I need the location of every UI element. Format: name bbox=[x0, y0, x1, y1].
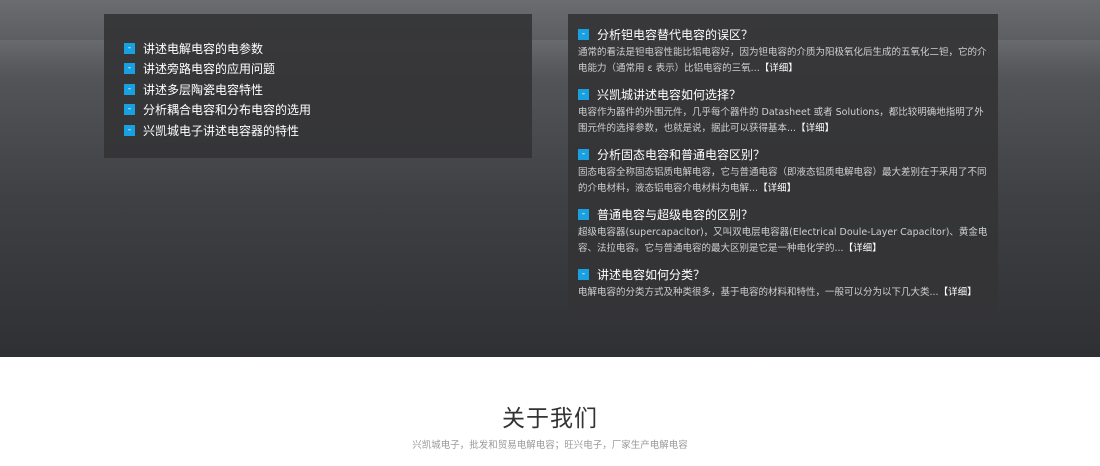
topic-link-label: 讲述电解电容的电参数 bbox=[143, 41, 264, 56]
bullet-icon: - bbox=[578, 88, 589, 100]
article-summary-text: 电解电容的分类方式及种类很多，基于电容的材料和特性，一般可以分为以下几大类... bbox=[578, 287, 939, 298]
details-link[interactable]: 【详细】 bbox=[844, 243, 882, 254]
article-summary: 通常的看法是钽电容性能比铝电容好，因为钽电容的介质为阳极氧化后生成的五氧化二钽，… bbox=[578, 45, 988, 77]
about-title: 关于我们 bbox=[502, 406, 598, 432]
article-summary-text: 电容作为器件的外围元件，几乎每个器件的 Datasheet 或者 Solutio… bbox=[578, 107, 984, 134]
hero-section: - 讲述电解电容的电参数 - 讲述旁路电容的应用问题 - 讲述多层陶瓷电容特性 … bbox=[0, 0, 1100, 357]
article-title-link[interactable]: - 分析钽电容替代电容的误区？ bbox=[578, 24, 988, 44]
article-summary: 电容作为器件的外围元件，几乎每个器件的 Datasheet 或者 Solutio… bbox=[578, 105, 988, 137]
topic-link[interactable]: - 讲述电解电容的电参数 bbox=[124, 38, 532, 59]
article-title-link[interactable]: - 普通电容与超级电容的区别？ bbox=[578, 204, 988, 224]
article-item: - 讲述电容如何分类？ 电解电容的分类方式及种类很多，基于电容的材料和特性，一般… bbox=[578, 264, 988, 317]
about-section: 关于我们 兴凯城电子，批发和贸易电解电容；旺兴电子，厂家生产电解电容 bbox=[0, 357, 1100, 466]
topic-link-label: 讲述旁路电容的应用问题 bbox=[143, 62, 276, 77]
bullet-icon: - bbox=[124, 42, 135, 54]
topic-link[interactable]: - 讲述旁路电容的应用问题 bbox=[124, 59, 532, 80]
article-item: - 普通电容与超级电容的区别？ 超级电容器(supercapacitor)，又叫… bbox=[578, 204, 988, 257]
topic-link[interactable]: - 兴凯城电子讲述电容器的特性 bbox=[124, 120, 532, 141]
bullet-icon: - bbox=[124, 83, 135, 95]
article-title: 讲述电容如何分类？ bbox=[597, 267, 706, 282]
articles-panel: - 分析钽电容替代电容的误区？ 通常的看法是钽电容性能比铝电容好，因为钽电容的介… bbox=[568, 14, 998, 316]
article-title-link[interactable]: - 兴凯城讲述电容如何选择？ bbox=[578, 84, 988, 104]
article-title-link[interactable]: - 分析固态电容和普通电容区别？ bbox=[578, 144, 988, 164]
article-item: - 分析钽电容替代电容的误区？ 通常的看法是钽电容性能比铝电容好，因为钽电容的介… bbox=[578, 24, 988, 77]
article-summary: 固态电容全称固态铝质电解电容，它与普通电容（即液态铝质电解电容）最大差别在于采用… bbox=[578, 165, 988, 197]
topic-link[interactable]: - 分析耦合电容和分布电容的选用 bbox=[124, 100, 532, 121]
topic-link[interactable]: - 讲述多层陶瓷电容特性 bbox=[124, 79, 532, 100]
topic-link-label: 分析耦合电容和分布电容的选用 bbox=[143, 103, 312, 118]
bullet-icon: - bbox=[578, 28, 589, 40]
details-link[interactable]: 【详细】 bbox=[760, 63, 798, 74]
bullet-icon: - bbox=[578, 148, 589, 160]
bullet-icon: - bbox=[578, 268, 589, 280]
bullet-icon: - bbox=[124, 104, 135, 116]
topic-link-label: 兴凯城电子讲述电容器的特性 bbox=[143, 123, 300, 138]
article-item: - 兴凯城讲述电容如何选择？ 电容作为器件的外围元件，几乎每个器件的 Datas… bbox=[578, 84, 988, 137]
details-link[interactable]: 【详细】 bbox=[758, 183, 796, 194]
topic-link-label: 讲述多层陶瓷电容特性 bbox=[143, 82, 264, 97]
bullet-icon: - bbox=[124, 124, 135, 136]
article-title-link[interactable]: - 讲述电容如何分类？ bbox=[578, 264, 988, 284]
details-link[interactable]: 【详细】 bbox=[796, 123, 834, 134]
article-item: - 分析固态电容和普通电容区别？ 固态电容全称固态铝质电解电容，它与普通电容（即… bbox=[578, 144, 988, 197]
details-link[interactable]: 【详细】 bbox=[939, 287, 977, 298]
article-summary: 超级电容器(supercapacitor)，又叫双电层电容器(Electrica… bbox=[578, 225, 988, 257]
about-subtitle: 兴凯城电子，批发和贸易电解电容；旺兴电子，厂家生产电解电容 bbox=[412, 440, 688, 451]
bullet-icon: - bbox=[578, 208, 589, 220]
related-topics-panel: - 讲述电解电容的电参数 - 讲述旁路电容的应用问题 - 讲述多层陶瓷电容特性 … bbox=[104, 14, 532, 158]
article-title: 兴凯城讲述电容如何选择？ bbox=[597, 87, 742, 102]
article-summary-text: 超级电容器(supercapacitor)，又叫双电层电容器(Electrica… bbox=[578, 227, 988, 254]
article-title: 普通电容与超级电容的区别？ bbox=[597, 207, 754, 222]
article-title: 分析钽电容替代电容的误区？ bbox=[597, 27, 754, 42]
bullet-icon: - bbox=[124, 63, 135, 75]
article-summary: 电解电容的分类方式及种类很多，基于电容的材料和特性，一般可以分为以下几大类...… bbox=[578, 285, 988, 317]
article-title: 分析固态电容和普通电容区别？ bbox=[597, 147, 766, 162]
